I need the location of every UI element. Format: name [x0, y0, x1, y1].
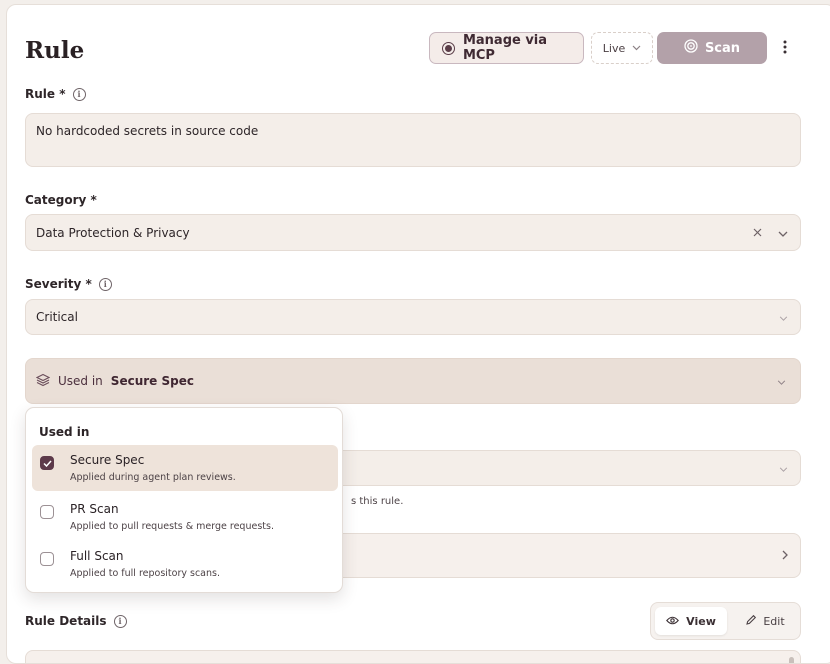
- rule-details-label: Rule Details i: [25, 614, 127, 628]
- scan-icon: [684, 39, 698, 57]
- option-desc: Applied to full repository scans.: [70, 568, 220, 579]
- chevron-down-icon: [777, 374, 786, 388]
- scan-label: Scan: [704, 40, 741, 56]
- live-label: Live: [602, 41, 626, 55]
- option-pr-scan[interactable]: PR Scan Applied to pull requests & merge…: [32, 494, 338, 540]
- rule-label: Rule * i: [25, 87, 86, 101]
- rule-editor-card: Rule Manage via MCP Live Scan Rule * i N…: [6, 4, 830, 664]
- category-value: Data Protection & Privacy: [36, 225, 190, 240]
- chevron-down-icon: [631, 43, 641, 53]
- view-label: View: [686, 614, 716, 628]
- layers-icon: [35, 373, 51, 390]
- chevron-down-icon: [779, 461, 788, 475]
- edit-label: Edit: [763, 614, 785, 628]
- option-title: Full Scan: [70, 549, 124, 563]
- rule-details-label-text: Rule Details: [25, 614, 107, 628]
- option-desc: Applied during agent plan reviews.: [70, 472, 236, 483]
- scan-button[interactable]: Scan: [657, 32, 767, 64]
- chevron-down-icon: [779, 310, 788, 324]
- checkbox-checked[interactable]: [40, 456, 54, 470]
- severity-label-text: Severity *: [25, 277, 92, 291]
- rule-value: No hardcoded secrets in source code: [36, 124, 259, 138]
- checkbox[interactable]: [40, 552, 54, 566]
- view-tab[interactable]: View: [655, 607, 727, 635]
- more-options-button[interactable]: [777, 35, 793, 61]
- mcp-icon: [442, 41, 455, 55]
- info-icon[interactable]: i: [98, 277, 112, 291]
- checkbox[interactable]: [40, 505, 54, 519]
- category-select[interactable]: Data Protection & Privacy: [25, 214, 801, 251]
- severity-value: Critical: [36, 310, 78, 324]
- view-edit-toggle: View Edit: [650, 602, 801, 640]
- used-in-prefix: Used in: [58, 374, 103, 388]
- live-select[interactable]: Live: [591, 32, 653, 64]
- category-label-text: Category *: [25, 193, 97, 207]
- info-icon[interactable]: i: [113, 614, 127, 628]
- option-desc: Applied to pull requests & merge request…: [70, 521, 274, 532]
- rule-textarea[interactable]: No hardcoded secrets in source code: [25, 113, 801, 167]
- option-full-scan[interactable]: Full Scan Applied to full repository sca…: [32, 541, 338, 587]
- chevron-right-icon: [782, 549, 788, 563]
- used-in-dropdown: Used in Secure Spec Applied during agent…: [25, 407, 343, 593]
- check-icon: [42, 459, 52, 467]
- option-title: Secure Spec: [70, 453, 145, 467]
- used-in-select[interactable]: Used in Secure Spec: [25, 358, 801, 404]
- option-secure-spec[interactable]: Secure Spec Applied during agent plan re…: [32, 445, 338, 491]
- page-title: Rule: [25, 37, 85, 64]
- used-in-value: Secure Spec: [110, 374, 194, 388]
- scrollbar[interactable]: [789, 657, 794, 663]
- category-label: Category *: [25, 193, 97, 207]
- pencil-icon: [745, 614, 757, 629]
- chevron-down-icon: [778, 226, 788, 240]
- manage-via-mcp-label: Manage via MCP: [462, 33, 548, 63]
- helper-text: s this rule.: [351, 496, 404, 507]
- rule-details-editor[interactable]: [25, 650, 801, 663]
- option-title: PR Scan: [70, 502, 119, 516]
- severity-select[interactable]: Critical: [25, 299, 801, 335]
- dropdown-heading: Used in: [39, 425, 90, 439]
- rule-label-text: Rule *: [25, 87, 66, 101]
- manage-via-mcp-button[interactable]: Manage via MCP: [429, 32, 584, 64]
- more-vertical-icon: [783, 39, 787, 58]
- edit-tab[interactable]: Edit: [735, 607, 795, 635]
- severity-label: Severity * i: [25, 277, 112, 291]
- clear-icon[interactable]: [753, 226, 762, 240]
- eye-icon: [666, 615, 680, 628]
- info-icon[interactable]: i: [72, 87, 86, 101]
